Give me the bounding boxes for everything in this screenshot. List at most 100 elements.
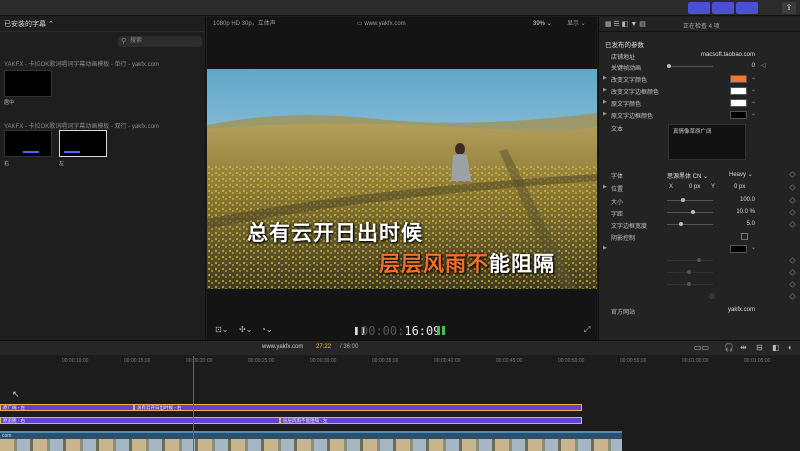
display-menu[interactable]: 显示 ⌄ — [567, 17, 586, 32]
param-value[interactable]: 0 — [752, 63, 755, 69]
inspector-toggle-icon[interactable] — [736, 2, 758, 14]
keyframe-icon[interactable] — [788, 208, 797, 217]
pos-y-field[interactable]: 0 px — [734, 184, 745, 190]
spacing-slider[interactable] — [667, 210, 713, 214]
solo-icon[interactable]: ◐ — [788, 343, 793, 352]
slider-knob[interactable] — [697, 258, 701, 262]
param-label: 官方网站 — [611, 310, 636, 316]
viewer-site: www.yakfx.com — [364, 21, 406, 27]
color-swatch[interactable] — [730, 75, 747, 83]
chevron-down-icon[interactable]: ⌄ — [751, 110, 756, 117]
font-row: 字体 思源黑体 CN ⌄ Heavy ⌄ — [599, 170, 800, 180]
keyframe-slider[interactable] — [667, 64, 713, 68]
disclosure-triangle-icon[interactable]: ▶ — [603, 75, 607, 81]
keyframe-icon[interactable] — [788, 292, 797, 301]
format-label: 1080p HD 30p，立体声 — [213, 21, 276, 27]
chevron-down-icon[interactable]: ⌄ — [751, 244, 756, 251]
keyframe-icon[interactable] — [788, 170, 797, 179]
font-weight-select[interactable]: Heavy ⌄ — [729, 171, 753, 178]
param-label: 字距 — [611, 212, 624, 218]
text-field[interactable]: 真情像草原广阔 — [668, 124, 746, 160]
transform-tool-icon[interactable]: ⊡⌄ — [215, 325, 228, 334]
slider-knob[interactable] — [687, 270, 691, 274]
project-duration: / 36:00 — [340, 344, 359, 350]
display-label: 显示 — [567, 21, 580, 27]
angle-dial-icon[interactable]: ◍ — [709, 292, 715, 300]
param-value[interactable]: 100.0 — [740, 197, 755, 203]
playhead[interactable] — [193, 356, 194, 451]
effects-tool-icon[interactable]: ✣⌄ — [239, 325, 252, 334]
dimmed-slider[interactable] — [667, 270, 713, 274]
disclosure-triangle-icon[interactable]: ▶ — [603, 111, 607, 117]
param-label: 文本 — [611, 127, 624, 133]
dimmed-slider[interactable] — [667, 258, 713, 262]
ruler-tick-label: 00:01:05:00 — [744, 358, 771, 364]
slider-knob[interactable] — [667, 64, 671, 68]
headphones-icon[interactable]: 🎧 — [724, 343, 734, 352]
inspector-title: 正在检查 4 项 — [683, 24, 720, 30]
browser-toggle-icon[interactable] — [688, 2, 710, 14]
clip-appearance-icon[interactable]: ▭▭ — [694, 343, 709, 352]
disclosure-triangle-icon[interactable]: ▶ — [603, 245, 607, 251]
keyframe-icon[interactable] — [788, 183, 797, 192]
title-clip[interactable]: 原广阔 - 左 — [0, 404, 134, 411]
keyframe-nav-icon[interactable]: ◁ — [761, 62, 766, 69]
search-placeholder: 搜索 — [130, 38, 143, 44]
dimmed-slider[interactable] — [667, 282, 713, 286]
disclosure-triangle-icon[interactable]: ▶ — [603, 99, 607, 105]
slider-knob[interactable] — [679, 222, 683, 226]
param-label: 改变文字边框颜色 — [611, 90, 660, 96]
skimming-icon[interactable]: ⇹ — [740, 343, 747, 352]
speed-tool-icon[interactable]: ◔⌄ — [261, 325, 273, 334]
zoom-menu[interactable]: 39% ⌄ — [533, 17, 552, 32]
param-value[interactable]: 10.0 % — [736, 209, 755, 215]
snapping-icon[interactable]: ⊟ — [756, 343, 763, 352]
title-clip[interactable]: 层层风雨不能阻隔 - 左 — [280, 417, 582, 424]
font-family-select[interactable]: 思源黑体 CN ⌄ — [667, 171, 708, 180]
search-input[interactable]: ⚲ 搜索 — [118, 36, 202, 47]
slider-knob[interactable] — [687, 282, 691, 286]
color-swatch[interactable] — [730, 99, 747, 107]
pos-x-field[interactable]: 0 px — [689, 184, 700, 190]
dimmed-param-row — [599, 256, 800, 266]
disclosure-triangle-icon[interactable]: ▶ — [603, 184, 607, 190]
chevron-down-icon[interactable]: ⌄ — [751, 98, 756, 105]
ruler-tick-label: 00:00:45:00 — [496, 358, 523, 364]
param-row: 店铺地址 macsoft.taobao.com — [599, 51, 800, 61]
disclosure-triangle-icon[interactable]: ▶ — [603, 87, 607, 93]
shadow-color-row: ▶ ⌄ — [599, 244, 800, 254]
timeline-toggle-icon[interactable] — [712, 2, 734, 14]
title-clip[interactable]: 总有云开日出时候 - 右 — [134, 404, 582, 411]
title-thumbnail-left[interactable] — [59, 130, 107, 157]
color-swatch[interactable] — [730, 245, 747, 253]
shadow-checkbox[interactable] — [741, 233, 748, 240]
chevron-down-icon[interactable]: ⌄ — [751, 74, 756, 81]
video-clip[interactable]: com — [0, 431, 622, 451]
size-slider[interactable] — [667, 198, 713, 202]
timeline-ruler[interactable]: 00:00:10:00 00:00:15:00 00:00:20:00 00:00:2… — [0, 356, 800, 366]
inspector-tabs-icon[interactable]: ▦ ☰ ◧ ▼ ▤ — [605, 20, 646, 28]
slider-knob[interactable] — [681, 198, 685, 202]
title-thumbnail-right[interactable] — [4, 130, 52, 157]
param-value[interactable]: 5.0 — [747, 221, 755, 227]
browser-header[interactable]: 已安装的字幕 ⌃ — [0, 17, 205, 32]
keyframe-icon[interactable] — [788, 256, 797, 265]
border-slider[interactable] — [667, 222, 713, 226]
zoom-icon[interactable]: ◧ — [772, 343, 780, 352]
playhead-time: 27:22 — [316, 344, 332, 350]
thumbnail-bar — [23, 151, 39, 153]
chevron-down-icon[interactable]: ⌄ — [751, 86, 756, 93]
keyframe-icon[interactable] — [788, 268, 797, 277]
title-thumbnail-center[interactable] — [4, 70, 52, 97]
title-clip[interactable]: 原追随 - 右 — [0, 417, 280, 424]
color-swatch[interactable] — [730, 111, 747, 119]
slider-knob[interactable] — [691, 210, 695, 214]
color-swatch[interactable] — [730, 87, 747, 95]
share-icon[interactable]: ⇪ — [782, 2, 796, 14]
keyframe-icon[interactable] — [788, 196, 797, 205]
fullscreen-icon[interactable]: ⤢ — [584, 325, 590, 335]
keyframe-icon[interactable] — [788, 220, 797, 229]
keyframe-icon[interactable] — [788, 280, 797, 289]
font-family-value: 思源黑体 CN — [667, 174, 702, 180]
ruler-tick-label: 00:00:55:00 — [620, 358, 647, 364]
